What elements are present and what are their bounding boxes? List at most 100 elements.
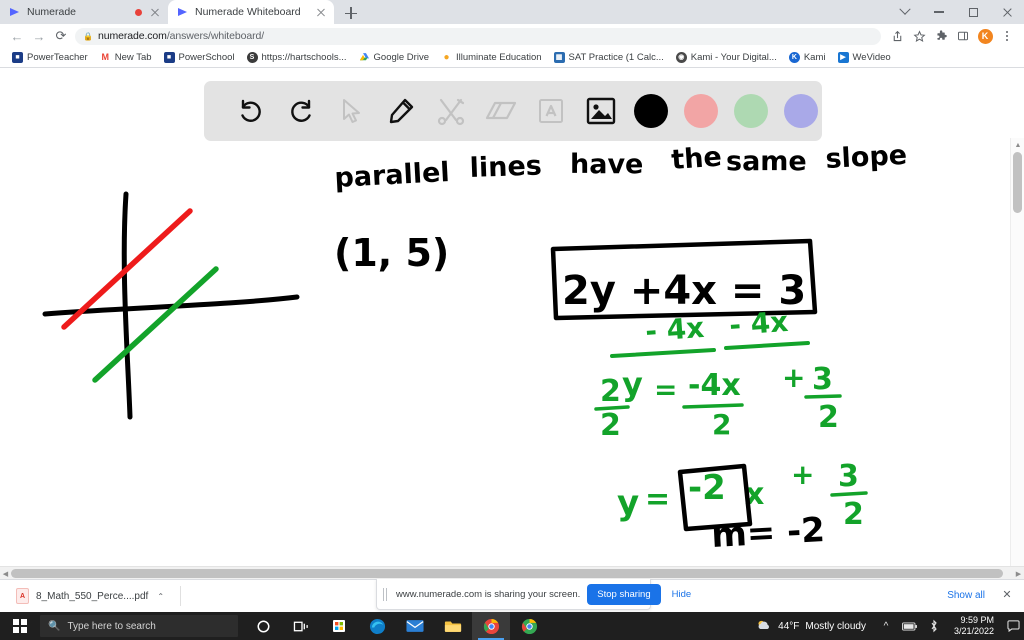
bookmark-item[interactable]: ■ PowerTeacher	[6, 49, 94, 67]
show-all-downloads-button[interactable]: Show all	[940, 586, 992, 605]
svg-text:y: y	[622, 365, 643, 403]
svg-text:2: 2	[600, 374, 621, 409]
drag-handle[interactable]	[383, 587, 389, 601]
windows-logo-icon	[13, 619, 27, 633]
redo-icon[interactable]	[276, 88, 326, 134]
share-message: www.numerade.com is sharing your screen.	[396, 588, 581, 600]
color-red[interactable]	[676, 88, 726, 134]
ink-subtract-text: - 4x	[644, 311, 705, 348]
horizontal-scrollbar-thumb[interactable]	[11, 569, 1003, 578]
svg-text:=: =	[654, 373, 677, 406]
bookmark-item[interactable]: M New Tab	[94, 49, 158, 67]
chevron-up-icon[interactable]: ⌃	[157, 592, 164, 601]
chrome-menu-button[interactable]	[996, 25, 1018, 47]
pdf-file-icon: A	[16, 588, 29, 604]
edge-icon[interactable]	[358, 612, 396, 640]
ink-layer: parallel lines have the same slope (1, 5…	[42, 140, 908, 556]
search-icon: 🔍	[48, 620, 61, 632]
color-swatch	[684, 94, 718, 128]
bookmark-label: Google Drive	[373, 52, 429, 63]
minimize-button[interactable]	[922, 0, 956, 24]
window-controls	[888, 0, 1024, 24]
battery-icon[interactable]	[898, 612, 922, 640]
microsoft-store-icon[interactable]	[320, 612, 358, 640]
weather-widget[interactable]: 44°F Mostly cloudy	[748, 619, 874, 634]
chevron-up-icon[interactable]: ^	[874, 612, 898, 640]
bookmark-item[interactable]: ● Illuminate Education	[435, 49, 548, 67]
mail-icon[interactable]	[396, 612, 434, 640]
tab-numerade[interactable]: Numerade	[0, 0, 168, 24]
file-explorer-icon[interactable]	[434, 612, 472, 640]
taskbar-search-box[interactable]: 🔍 Type here to search	[40, 615, 238, 637]
eraser-icon[interactable]	[476, 88, 526, 134]
extensions-icon[interactable]	[930, 25, 952, 47]
cortana-icon[interactable]	[244, 612, 282, 640]
scroll-up-arrow[interactable]: ▲	[1011, 138, 1024, 152]
start-button[interactable]	[0, 612, 40, 640]
screen-share-bar: www.numerade.com is sharing your screen.…	[376, 579, 691, 610]
avatar[interactable]: K	[974, 25, 996, 47]
bookmark-favicon: ■	[163, 52, 175, 63]
ink-slope-text: m= -2	[710, 510, 825, 556]
bookmark-label: https://hartschools...	[261, 52, 347, 63]
address-bar[interactable]: 🔒 numerade.com/answers/whiteboard/	[75, 27, 881, 45]
new-tab-button[interactable]	[338, 2, 364, 24]
bookmark-star-icon[interactable]	[908, 25, 930, 47]
bookmark-item[interactable]: ■ PowerSchool	[158, 49, 241, 67]
undo-icon[interactable]	[226, 88, 276, 134]
svg-text:+: +	[782, 361, 805, 394]
maximize-button[interactable]	[956, 0, 990, 24]
tab-close-button[interactable]	[148, 5, 162, 19]
task-view-icon[interactable]	[282, 612, 320, 640]
bookmark-item[interactable]: ▦ SAT Practice (1 Calc...	[548, 49, 670, 67]
color-swatch	[734, 94, 768, 128]
hide-share-bar-button[interactable]: Hide	[668, 589, 696, 600]
tab-title: Numerade	[27, 6, 77, 18]
svg-text:-2: -2	[688, 468, 726, 508]
pencil-icon[interactable]	[376, 88, 426, 134]
chrome-icon[interactable]	[472, 612, 510, 640]
forward-button[interactable]: →	[28, 25, 50, 47]
share-icon[interactable]	[886, 25, 908, 47]
bookmark-favicon: ◉	[675, 52, 687, 63]
weather-condition: Mostly cloudy	[805, 620, 866, 632]
chrome-icon-2[interactable]	[510, 612, 548, 640]
lock-icon: 🔒	[83, 31, 93, 41]
tools-icon[interactable]	[426, 88, 476, 134]
notification-icon[interactable]	[1002, 612, 1024, 640]
tab-close-button[interactable]	[314, 5, 328, 19]
close-window-button[interactable]	[990, 0, 1024, 24]
reload-button[interactable]: ⟳	[50, 25, 72, 47]
taskbar-clock[interactable]: 9:59 PM 3/21/2022	[946, 612, 1002, 640]
color-purple[interactable]	[776, 88, 826, 134]
back-button[interactable]: ←	[6, 25, 28, 47]
color-green[interactable]	[726, 88, 776, 134]
download-item[interactable]: A 8_Math_550_Perce....pdf ⌃	[8, 584, 172, 609]
ink-underline-2	[724, 341, 810, 350]
tab-search-chevron-icon[interactable]	[888, 0, 922, 24]
whiteboard-canvas[interactable]: parallel lines have the same slope (1, 5…	[0, 69, 1010, 566]
tab-numerade-whiteboard[interactable]: Numerade Whiteboard	[168, 0, 334, 24]
color-black[interactable]	[626, 88, 676, 134]
bookmark-label: Illuminate Education	[455, 52, 542, 63]
close-shelf-button[interactable]: ✕	[999, 586, 1015, 602]
omnibox-actions: K	[886, 25, 1018, 47]
side-panel-icon[interactable]	[952, 25, 974, 47]
stop-sharing-button[interactable]: Stop sharing	[587, 583, 661, 605]
horizontal-scrollbar[interactable]: ◀ ▶	[0, 566, 1024, 579]
bluetooth-icon[interactable]	[922, 612, 946, 640]
text-icon[interactable]	[526, 88, 576, 134]
vertical-scrollbar-thumb[interactable]	[1013, 152, 1022, 213]
bookmark-item[interactable]: ▶ WeVideo	[832, 49, 897, 67]
bookmark-item[interactable]: K Kami	[783, 49, 832, 67]
bookmark-item[interactable]: Google Drive	[353, 49, 435, 67]
image-icon[interactable]	[576, 88, 626, 134]
ink-heading-text: parallel	[334, 157, 451, 194]
ink-point-text: (1, 5)	[334, 231, 449, 275]
svg-text:=: =	[645, 482, 670, 517]
cursor-icon[interactable]	[326, 88, 376, 134]
bookmark-item[interactable]: ◉ Kami - Your Digital...	[670, 49, 783, 67]
vertical-scrollbar[interactable]: ▲ ▼	[1010, 138, 1024, 566]
tab-title: Numerade Whiteboard	[195, 6, 301, 18]
bookmark-item[interactable]: S https://hartschools...	[241, 49, 353, 67]
